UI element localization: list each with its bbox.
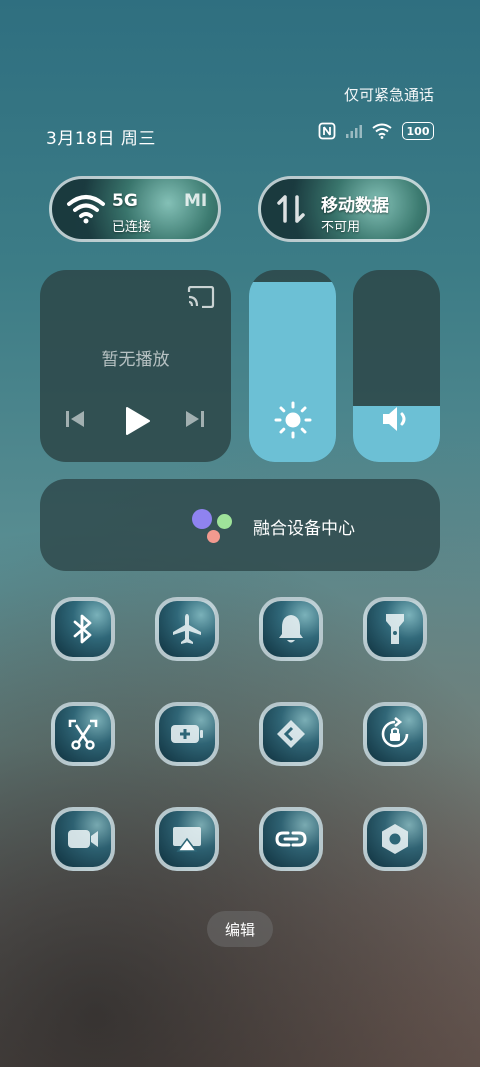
wifi-icon [67, 195, 105, 224]
link-icon [275, 831, 307, 847]
settings-icon [382, 824, 408, 854]
nearby-share-icon [277, 720, 305, 748]
wifi-network-suffix: MI [184, 191, 208, 211]
mobile-data-status: 不可用 [321, 220, 361, 235]
screen-record-icon [68, 830, 98, 848]
media-player-card[interactable]: 暂无播放 [40, 270, 231, 462]
mobile-data-pill[interactable]: 移动数据 不可用 [258, 176, 430, 242]
nearby-share-toggle[interactable] [259, 702, 323, 766]
status-bar-icons: 100 [318, 122, 434, 140]
wifi-status-icon [372, 123, 392, 139]
device-hub-label: 融合设备中心 [253, 519, 355, 539]
device-hub-dot-green [217, 514, 232, 529]
volume-slider[interactable] [353, 270, 440, 462]
emergency-calls-only: 仅可紧急通话 [343, 86, 434, 104]
bell-icon [279, 615, 303, 643]
play-icon[interactable] [123, 406, 151, 436]
battery-saver-toggle[interactable] [155, 702, 219, 766]
brightness-icon [274, 401, 311, 439]
brightness-slider[interactable] [249, 270, 336, 462]
volume-icon [382, 407, 405, 431]
device-hub-icon [192, 509, 234, 543]
wifi-network-name: 5G [112, 191, 138, 211]
next-track-icon[interactable] [184, 408, 206, 430]
wifi-status: 已连接 [112, 220, 152, 235]
device-hub-dot-pink [207, 530, 220, 543]
battery-saver-icon [171, 725, 203, 743]
cast-icon[interactable] [187, 286, 215, 308]
signal-icon [346, 125, 362, 138]
device-hub-dot-purple [192, 509, 212, 529]
wifi-toggle-pill[interactable]: 5G MI 已连接 [49, 176, 221, 242]
screen-cast-toggle[interactable] [155, 807, 219, 871]
date-label: 3月18日 周三 [46, 129, 156, 149]
mobile-data-title: 移动数据 [321, 196, 389, 216]
flashlight-toggle[interactable] [363, 597, 427, 661]
silent-mode-toggle[interactable] [259, 597, 323, 661]
settings-toggle[interactable] [363, 807, 427, 871]
no-media-playing-label: 暂无播放 [101, 350, 170, 370]
device-hub-card[interactable]: 融合设备中心 [40, 479, 440, 571]
screenshot-toggle[interactable] [51, 702, 115, 766]
rotation-lock-icon [381, 717, 409, 748]
bluetooth-toggle[interactable] [51, 597, 115, 661]
edit-button[interactable]: 编辑 [207, 911, 273, 947]
airplane-icon [173, 614, 201, 644]
previous-track-icon[interactable] [64, 408, 86, 430]
screen-cast-icon [173, 827, 201, 852]
nfc-icon [318, 122, 336, 140]
bluetooth-icon [73, 614, 92, 644]
battery-indicator: 100 [402, 122, 434, 140]
screen-record-toggle[interactable] [51, 807, 115, 871]
rotation-lock-toggle[interactable] [363, 702, 427, 766]
link-toggle[interactable] [259, 807, 323, 871]
airplane-mode-toggle[interactable] [155, 597, 219, 661]
flashlight-icon [386, 614, 404, 644]
screenshot-icon [68, 719, 98, 750]
data-arrows-icon [277, 195, 305, 223]
